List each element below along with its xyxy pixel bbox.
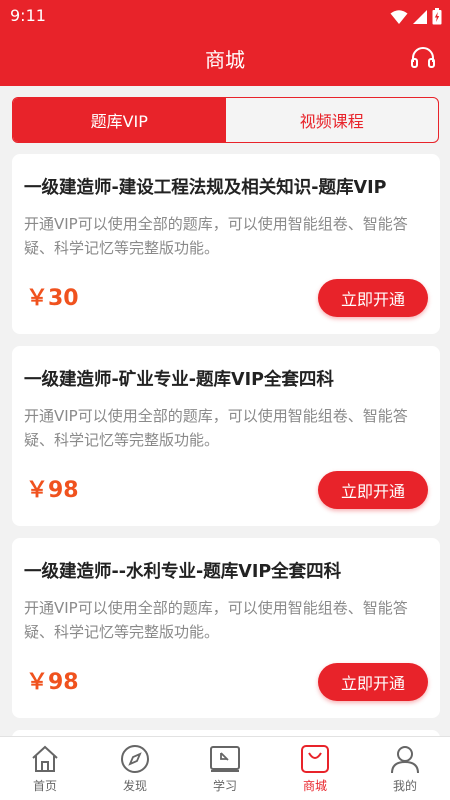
page-title: 商城 (205, 48, 245, 72)
app-bar: 商城 (0, 32, 450, 86)
bottom-nav: 首页 发现 学习 商城 我的 (0, 736, 450, 800)
product-description: 开通VIP可以使用全部的题库，可以使用智能组卷、智能答疑、科学记忆等完整版功能。 (24, 407, 408, 449)
open-now-button[interactable]: 立即开通 (318, 471, 428, 509)
open-now-button[interactable]: 立即开通 (318, 663, 428, 701)
headset-icon[interactable] (410, 46, 436, 70)
status-bar: 9:11 (0, 0, 450, 32)
person-icon (391, 746, 419, 774)
nav-label-home: 首页 (32, 779, 57, 793)
tab-vip[interactable]: 题库VIP (13, 98, 226, 142)
product-price: ￥98 (26, 670, 79, 695)
nav-item-me[interactable]: 我的 (360, 737, 450, 800)
product-card[interactable]: 一级建造师--水利专业-题库VIP全套四科 开通VIP可以使用全部的题库，可以使… (12, 538, 440, 718)
product-card[interactable]: 一级建造师-建设工程法规及相关知识-题库VIP 开通VIP可以使用全部的题库，可… (12, 154, 440, 334)
tab-bar: 题库VIP 视频课程 (12, 97, 439, 143)
product-description: 开通VIP可以使用全部的题库，可以使用智能组卷、智能答疑、科学记忆等完整版功能。 (24, 215, 408, 257)
status-icons (390, 8, 442, 25)
nav-item-shop[interactable]: 商城 (270, 737, 360, 800)
signal-icon (413, 9, 427, 24)
nav-label-shop: 商城 (302, 779, 327, 793)
study-icon (210, 746, 240, 772)
product-description: 开通VIP可以使用全部的题库，可以使用智能组卷、智能答疑、科学记忆等完整版功能。 (24, 599, 408, 641)
home-icon (32, 745, 58, 772)
nav-item-home[interactable]: 首页 (0, 737, 90, 800)
shopping-bag-icon (301, 745, 329, 773)
open-now-button[interactable]: 立即开通 (318, 279, 428, 317)
product-price: ￥30 (26, 286, 79, 311)
product-title: 一级建造师-矿业专业-题库VIP全套四科 (24, 370, 334, 390)
nav-label-discover: 发现 (122, 779, 147, 793)
nav-label-me: 我的 (392, 779, 417, 793)
nav-label-study: 学习 (212, 779, 237, 793)
compass-icon (121, 745, 149, 773)
product-title: 一级建造师-建设工程法规及相关知识-题库VIP (24, 178, 387, 198)
product-price: ￥98 (26, 478, 79, 503)
product-title: 一级建造师--水利专业-题库VIP全套四科 (24, 562, 342, 582)
nav-item-study[interactable]: 学习 (180, 737, 270, 800)
nav-item-discover[interactable]: 发现 (90, 737, 180, 800)
battery-icon (432, 8, 442, 25)
status-time: 9:11 (10, 6, 46, 25)
product-card[interactable]: 一级建造师-矿业专业-题库VIP全套四科 开通VIP可以使用全部的题库，可以使用… (12, 346, 440, 526)
wifi-icon (390, 9, 408, 24)
tab-video-courses[interactable]: 视频课程 (226, 98, 439, 142)
